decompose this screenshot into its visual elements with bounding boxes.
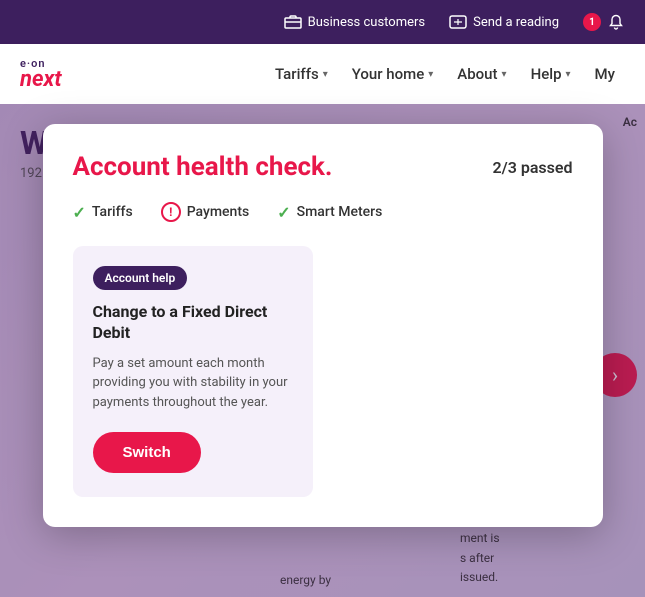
- check-item-smart-meters: ✓ Smart Meters: [277, 203, 382, 222]
- logo[interactable]: e·on next: [20, 58, 62, 91]
- check-smart-meters-label: Smart Meters: [297, 204, 383, 220]
- check-items-row: ✓ Tariffs ! Payments ✓ Smart Meters: [73, 202, 573, 222]
- tariffs-chevron-icon: ▾: [323, 69, 328, 80]
- payments-warn-icon: !: [161, 202, 181, 222]
- nav-your-home[interactable]: Your home ▾: [342, 57, 444, 91]
- smart-meters-check-icon: ✓: [277, 203, 290, 222]
- business-customers-link[interactable]: Business customers: [284, 13, 425, 31]
- top-bar: Business customers Send a reading 1: [0, 0, 645, 44]
- nav-tariffs-label: Tariffs: [275, 65, 319, 83]
- nav-my[interactable]: My: [585, 57, 625, 91]
- notification-bell[interactable]: 1: [583, 13, 625, 31]
- nav-bar: e·on next Tariffs ▾ Your home ▾ About ▾ …: [0, 44, 645, 104]
- check-payments-label: Payments: [187, 204, 250, 220]
- your-home-chevron-icon: ▾: [428, 69, 433, 80]
- account-health-check-modal: Account health check. 2/3 passed ✓ Tarif…: [43, 124, 603, 527]
- nav-tariffs[interactable]: Tariffs ▾: [265, 57, 338, 91]
- send-reading-link[interactable]: Send a reading: [449, 13, 559, 31]
- nav-about[interactable]: About ▾: [447, 57, 516, 91]
- modal-title: Account health check.: [73, 152, 333, 182]
- switch-button[interactable]: Switch: [93, 432, 201, 473]
- card-title: Change to a Fixed Direct Debit: [93, 302, 293, 344]
- bell-icon: [607, 13, 625, 31]
- nav-help-label: Help: [531, 65, 562, 83]
- check-tariffs-label: Tariffs: [92, 204, 133, 220]
- nav-about-label: About: [457, 65, 497, 83]
- notification-badge: 1: [583, 13, 601, 31]
- recommendation-card: Account help Change to a Fixed Direct De…: [73, 246, 313, 497]
- about-chevron-icon: ▾: [502, 69, 507, 80]
- check-item-tariffs: ✓ Tariffs: [73, 203, 133, 222]
- check-item-payments: ! Payments: [161, 202, 250, 222]
- nav-help[interactable]: Help ▾: [521, 57, 581, 91]
- nav-items: Tariffs ▾ Your home ▾ About ▾ Help ▾ My: [265, 57, 625, 91]
- meter-icon: [449, 13, 467, 31]
- nav-my-label: My: [595, 65, 615, 83]
- logo-next: next: [20, 69, 62, 91]
- business-icon: [284, 13, 302, 31]
- card-description: Pay a set amount each month providing yo…: [93, 354, 293, 413]
- tariffs-check-icon: ✓: [73, 203, 86, 222]
- send-reading-label: Send a reading: [473, 15, 559, 30]
- modal-backdrop: Account health check. 2/3 passed ✓ Tarif…: [0, 104, 645, 597]
- help-chevron-icon: ▾: [566, 69, 571, 80]
- card-badge: Account help: [93, 266, 188, 290]
- nav-your-home-label: Your home: [352, 65, 425, 83]
- modal-header: Account health check. 2/3 passed: [73, 152, 573, 182]
- modal-passed-label: 2/3 passed: [492, 158, 572, 177]
- business-customers-label: Business customers: [308, 15, 425, 30]
